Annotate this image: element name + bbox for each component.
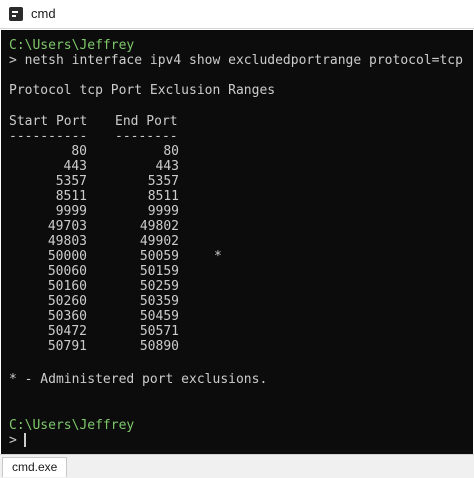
command-line: > netsh interface ipv4 show excludedport… bbox=[9, 53, 463, 68]
start-port-cell: 8511 bbox=[55, 189, 87, 204]
administered-mark: * bbox=[214, 249, 222, 264]
end-port-cell: 50359 bbox=[139, 294, 179, 309]
end-port-cell: 50459 bbox=[139, 309, 179, 324]
end-port-cell: 49802 bbox=[139, 219, 179, 234]
start-port-cell: 443 bbox=[63, 159, 87, 174]
end-port-cell: 9999 bbox=[147, 204, 179, 219]
window-title: cmd bbox=[31, 6, 56, 21]
end-port-cell: 50890 bbox=[139, 339, 179, 354]
end-port-cell: 80 bbox=[163, 144, 179, 159]
end-port-cell: 49902 bbox=[139, 234, 179, 249]
start-port-cell: 50791 bbox=[47, 339, 87, 354]
text-cursor[interactable] bbox=[24, 433, 26, 447]
terminal-output[interactable]: C:\Users\Jeffrey > netsh interface ipv4 … bbox=[1, 30, 473, 454]
output-heading: Protocol tcp Port Exclusion Ranges bbox=[9, 83, 276, 98]
start-port-cell: 49703 bbox=[47, 219, 87, 234]
end-port-cell: 5357 bbox=[147, 174, 179, 189]
column-header-end-port: End Port bbox=[115, 114, 178, 129]
title-bar[interactable]: cmd bbox=[0, 0, 474, 29]
start-port-cell: 9999 bbox=[55, 204, 87, 219]
status-bar: cmd.exe bbox=[0, 454, 474, 478]
end-port-cell: 8511 bbox=[147, 189, 179, 204]
end-port-cell: 443 bbox=[155, 159, 179, 174]
end-port-cell: 50159 bbox=[139, 264, 179, 279]
cmd-window: cmd C:\Users\Jeffrey > netsh interface i… bbox=[0, 0, 474, 478]
column-rule-end: -------- bbox=[115, 129, 178, 144]
console-icon bbox=[9, 7, 23, 21]
end-port-cell: 50259 bbox=[139, 279, 179, 294]
start-port-cell: 49803 bbox=[47, 234, 87, 249]
start-port-cell: 80 bbox=[71, 144, 87, 159]
start-port-cell: 50160 bbox=[47, 279, 87, 294]
prompt-path-current: C:\Users\Jeffrey bbox=[9, 418, 135, 433]
column-rule-start: ---------- bbox=[9, 129, 88, 144]
start-port-cell: 5357 bbox=[55, 174, 87, 189]
start-port-cell: 50000 bbox=[47, 249, 87, 264]
start-port-cell: 50060 bbox=[47, 264, 87, 279]
end-port-cell: 50571 bbox=[139, 324, 179, 339]
prompt-symbol: > bbox=[9, 433, 17, 448]
tab-cmd-exe[interactable]: cmd.exe bbox=[2, 457, 68, 477]
prompt-path: C:\Users\Jeffrey bbox=[9, 38, 135, 53]
start-port-cell: 50260 bbox=[47, 294, 87, 309]
start-port-cell: 50472 bbox=[47, 324, 87, 339]
start-port-cell: 50360 bbox=[47, 309, 87, 324]
column-header-start-port: Start Port bbox=[9, 114, 88, 129]
footnote: * - Administered port exclusions. bbox=[9, 372, 268, 387]
end-port-cell: 50059 bbox=[139, 249, 179, 264]
